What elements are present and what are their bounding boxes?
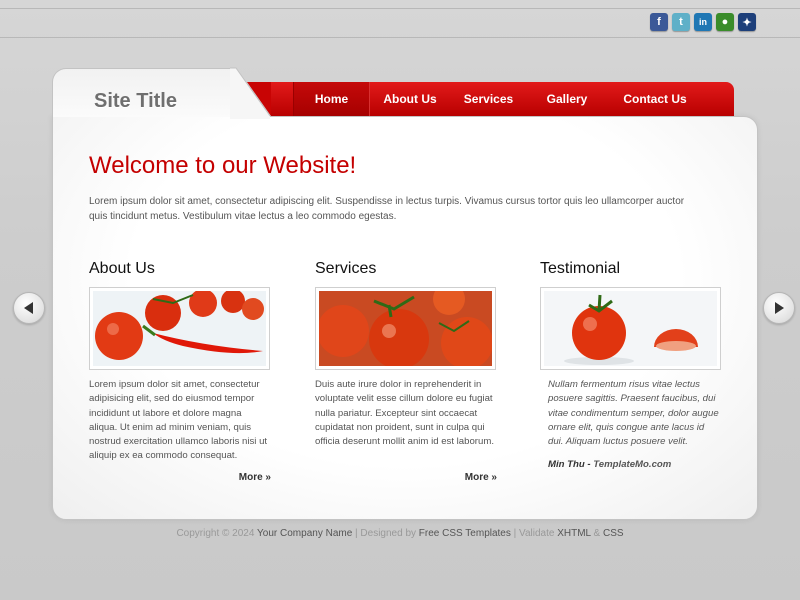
testimonial-image[interactable] bbox=[540, 287, 721, 370]
testimonial-quote: Nullam fermentum risus vitae lectus posu… bbox=[548, 379, 719, 448]
testimonial-author: Min Thu - TemplateMo.com bbox=[540, 459, 722, 470]
services-heading: Services bbox=[315, 260, 377, 277]
footer-css-link[interactable]: CSS bbox=[603, 528, 624, 539]
twitter-icon[interactable]: t bbox=[672, 13, 690, 31]
footer-designed-by: | Designed by bbox=[352, 528, 419, 539]
footer-company-link[interactable]: Your Company Name bbox=[257, 528, 352, 539]
intro-text: Lorem ipsum dolor sit amet, consectetur … bbox=[89, 196, 685, 222]
nav-services[interactable]: Services bbox=[450, 82, 527, 116]
footer-xhtml-link[interactable]: XHTML bbox=[557, 528, 591, 539]
linkedin-icon[interactable]: in bbox=[694, 13, 712, 31]
about-column: About Us Lorem ipsum dolor sit amet, con… bbox=[89, 260, 271, 490]
author-site: TemplateMo.com bbox=[593, 459, 672, 471]
arrow-right-icon bbox=[775, 302, 784, 314]
arrow-left-icon bbox=[24, 302, 33, 314]
myspace-icon[interactable]: ✦ bbox=[738, 13, 756, 31]
about-heading: About Us bbox=[89, 260, 155, 277]
tomatoes-image bbox=[319, 291, 492, 366]
footer: Copyright © 2024 Your Company Name | Des… bbox=[0, 528, 800, 539]
about-more-link[interactable]: More » bbox=[239, 472, 271, 483]
footer-designer-link[interactable]: Free CSS Templates bbox=[419, 528, 511, 539]
main-nav: Home About Us Services Gallery Contact U… bbox=[293, 82, 703, 116]
page-heading: Welcome to our Website! bbox=[89, 152, 357, 179]
site-title[interactable]: Site Title bbox=[94, 90, 177, 113]
about-text: Lorem ipsum dolor sit amet, consectetur … bbox=[89, 379, 268, 462]
chat-icon[interactable]: ● bbox=[716, 13, 734, 31]
slider-next-button[interactable] bbox=[763, 292, 795, 324]
social-icons: f t in ● ✦ bbox=[650, 13, 756, 31]
about-image[interactable] bbox=[89, 287, 270, 370]
services-more-link[interactable]: More » bbox=[465, 472, 497, 483]
tomatoes-chili-image bbox=[93, 291, 266, 366]
nav-home[interactable]: Home bbox=[293, 82, 370, 116]
services-image[interactable] bbox=[315, 287, 496, 370]
nav-contact-us[interactable]: Contact Us bbox=[607, 82, 703, 116]
footer-validate: | Validate bbox=[510, 528, 558, 539]
nav-gallery[interactable]: Gallery bbox=[527, 82, 607, 116]
footer-copyright: Copyright © 2024 bbox=[176, 528, 258, 539]
testimonial-column: Testimonial Nullam fermentum risus vitae… bbox=[540, 260, 722, 490]
slider-prev-button[interactable] bbox=[13, 292, 45, 324]
services-column: Services Duis aute irure dolor in repreh… bbox=[315, 260, 497, 490]
tomato-halved-image bbox=[544, 291, 717, 366]
testimonial-heading: Testimonial bbox=[540, 260, 621, 277]
header-divider bbox=[0, 37, 800, 38]
footer-amp: & bbox=[590, 528, 603, 539]
facebook-icon[interactable]: f bbox=[650, 13, 668, 31]
top-divider bbox=[0, 8, 800, 9]
services-text: Duis aute irure dolor in reprehenderit i… bbox=[315, 379, 494, 448]
nav-about-us[interactable]: About Us bbox=[370, 82, 450, 116]
author-name: Min Thu bbox=[548, 459, 585, 471]
